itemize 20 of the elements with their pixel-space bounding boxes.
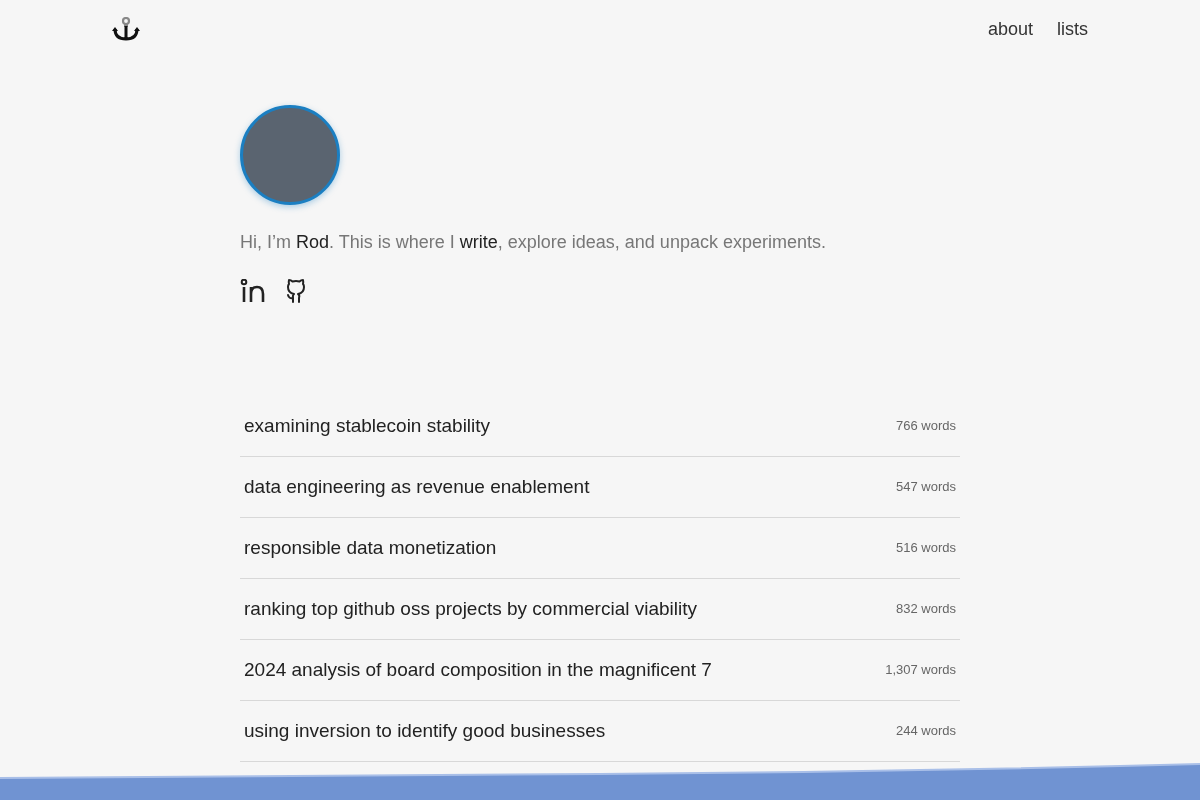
post-title-link[interactable]: using inversion to identify good businesses	[244, 716, 606, 746]
post-title-link[interactable]: examining stablecoin stability	[244, 411, 491, 441]
word-count: 244 words	[896, 722, 956, 741]
word-count: 1,307 words	[885, 661, 956, 680]
nav-link[interactable]: about	[987, 16, 1033, 43]
github-icon[interactable]	[284, 278, 308, 304]
intro-link[interactable]: Rod	[296, 232, 330, 252]
post-title-link[interactable]: data engineering as revenue enablement	[244, 472, 590, 502]
word-count: 516 words	[896, 539, 956, 558]
intro-text: Hi, I’m Rod. This is where I write, explore ideas, and unpack experiments.	[240, 231, 827, 254]
post-title-link[interactable]: 2024 analysis of board composition in the magnificent 7	[244, 655, 712, 685]
post-title-link[interactable]: ranking top github oss projects by commercial viability	[244, 594, 698, 624]
linkedin-icon[interactable]	[240, 279, 266, 303]
post-title-link[interactable]: responsible data monetization	[244, 533, 497, 563]
word-count: 547 words	[896, 478, 956, 497]
intro-link[interactable]: write	[459, 232, 498, 252]
word-count: 832 words	[896, 600, 956, 619]
anchor-icon[interactable]	[112, 16, 140, 43]
word-count: 766 words	[896, 417, 956, 436]
nav-link[interactable]: lists	[1057, 16, 1088, 43]
